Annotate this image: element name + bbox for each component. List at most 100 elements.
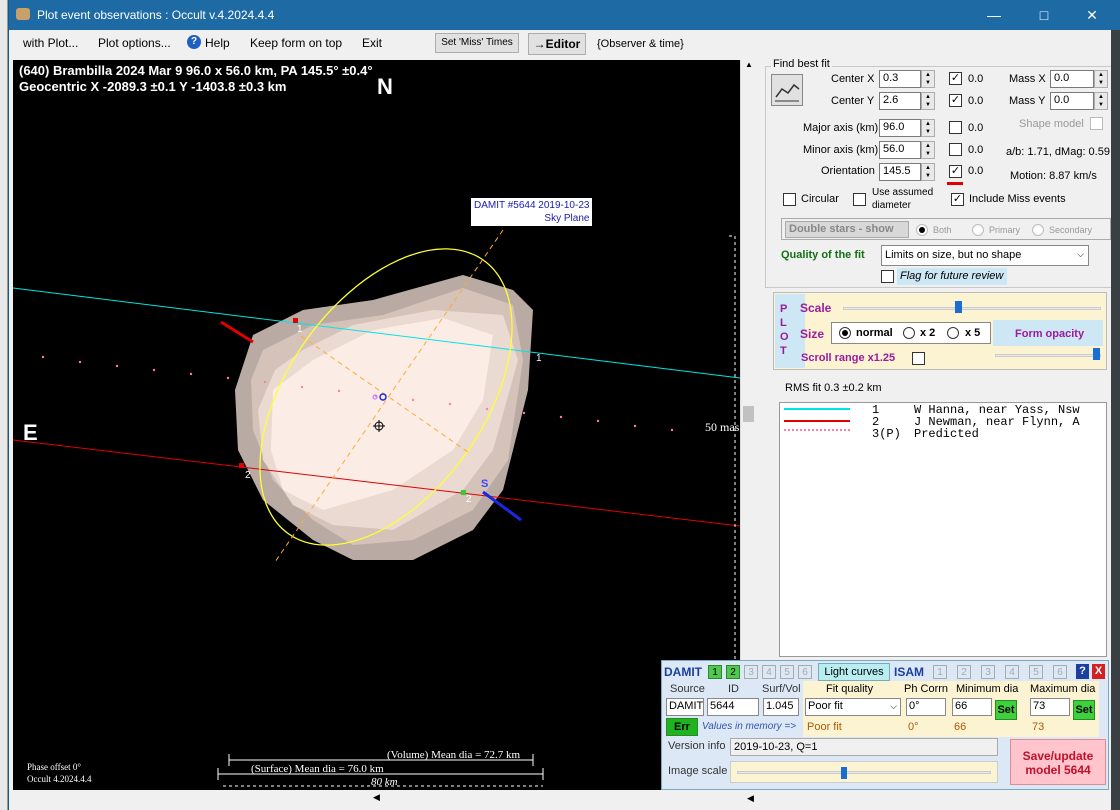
center-y-checkbox[interactable]: ✓ — [949, 94, 962, 107]
size-x2-radio[interactable] — [903, 327, 915, 339]
opacity-slider-thumb[interactable] — [1093, 348, 1100, 360]
center-y-input[interactable]: 2.6 — [879, 92, 921, 110]
isam-model-3[interactable]: 3 — [981, 665, 995, 679]
scroll-up-arrow[interactable]: ▲ — [742, 60, 756, 74]
scale-slider[interactable] — [843, 298, 1101, 318]
mass-x-input[interactable]: 0.0 — [1050, 70, 1094, 88]
scroll-range-checkbox[interactable] — [912, 352, 925, 365]
id-field[interactable]: 5644 — [707, 698, 759, 716]
ph-corr-field[interactable]: 0° — [906, 698, 946, 716]
damit-model-1[interactable]: 1 — [708, 665, 722, 679]
opacity-slider[interactable] — [995, 346, 1103, 366]
major-axis-checkbox[interactable] — [949, 121, 962, 134]
memory-ph-corr: 0° — [908, 721, 919, 733]
orientation-spinner[interactable]: ▲ ▼ — [921, 163, 935, 181]
help-icon[interactable]: ? — [187, 35, 201, 49]
menu-with-plot[interactable]: with Plot... — [23, 36, 78, 50]
damit-close-button[interactable]: X — [1092, 664, 1105, 679]
fit-graph-button[interactable] — [771, 74, 803, 106]
shape-model-checkbox[interactable] — [1090, 117, 1103, 130]
damit-model-4[interactable]: 4 — [762, 665, 776, 679]
center-x-spinner[interactable]: ▲ ▼ — [921, 70, 935, 88]
quality-dropdown[interactable]: Limits on size, but no shape ⌵ — [881, 245, 1089, 266]
major-axis-spinner[interactable]: ▲ ▼ — [921, 119, 935, 137]
include-miss-checkbox[interactable]: ✓ — [951, 193, 964, 206]
orientation-input[interactable]: 145.5 — [879, 163, 921, 181]
minor-axis-input[interactable]: 56.0 — [879, 141, 921, 159]
max-dia-field[interactable]: 73 — [1030, 698, 1070, 716]
center-x-input[interactable]: 0.3 — [879, 70, 921, 88]
damit-model-2[interactable]: 2 — [726, 665, 740, 679]
isam-model-6[interactable]: 6 — [1053, 665, 1067, 679]
double-secondary-radio[interactable] — [1032, 224, 1044, 236]
major-axis-input[interactable]: 96.0 — [879, 119, 921, 137]
hscroll-arrow-left[interactable]: ◀ — [373, 792, 380, 803]
minor-axis-checkbox[interactable] — [949, 143, 962, 156]
maximize-button[interactable]: □ — [1021, 0, 1067, 30]
min-dia-field[interactable]: 66 — [952, 698, 992, 716]
isam-model-2[interactable]: 2 — [957, 665, 971, 679]
legend-scroll-arrow[interactable]: ◀ — [747, 793, 754, 804]
plot-horizontal-scrollbar[interactable]: ◀ — [13, 790, 740, 807]
menu-keep-on-top[interactable]: Keep form on top — [250, 36, 342, 50]
circular-checkbox[interactable] — [783, 193, 796, 206]
damit-model-3[interactable]: 3 — [744, 665, 758, 679]
close-button[interactable]: ✕ — [1069, 0, 1115, 30]
desktop-background-right — [1111, 30, 1120, 810]
chord-label-1a: 1 — [297, 324, 303, 335]
scroll-range-label: Scroll range x1.25 — [801, 352, 896, 364]
isam-model-4[interactable]: 4 — [1005, 665, 1019, 679]
legend-swatch-3 — [784, 429, 850, 432]
isam-model-1[interactable]: 1 — [933, 665, 947, 679]
err-button[interactable]: Err — [666, 718, 698, 736]
damit-model-6[interactable]: 6 — [798, 665, 812, 679]
damit-help-button[interactable]: ? — [1076, 664, 1089, 679]
damit-model-5[interactable]: 5 — [780, 665, 794, 679]
menu-exit[interactable]: Exit — [362, 36, 382, 50]
circular-label: Circular — [801, 193, 839, 205]
orientation-label: Orientation — [821, 165, 875, 177]
double-stars-button[interactable]: Double stars - show — [785, 221, 909, 238]
major-axis-label: Major axis (km) — [803, 122, 879, 134]
orientation-checkbox[interactable]: ✓ — [949, 165, 962, 178]
plot-letter-l: L — [780, 317, 787, 329]
menu-help[interactable]: Help — [205, 36, 230, 50]
chord-label-2a: 2 — [245, 470, 251, 481]
double-both-radio[interactable] — [916, 224, 928, 236]
form-opacity-label: Form opacity — [1015, 328, 1085, 340]
size-x5-radio[interactable] — [947, 327, 959, 339]
image-scale-slider[interactable] — [730, 761, 998, 783]
fit-quality-select[interactable]: Poor fit ⌵ — [805, 698, 901, 716]
surf-vol-field[interactable]: 1.045 — [763, 698, 799, 716]
use-assumed-checkbox[interactable] — [853, 193, 866, 206]
menu-plot-options[interactable]: Plot options... — [98, 36, 171, 50]
size-normal-radio[interactable] — [839, 327, 851, 339]
set-miss-times-button[interactable]: Set 'Miss' Times — [435, 33, 519, 53]
center-y-spinner[interactable]: ▲ ▼ — [921, 92, 935, 110]
minimize-button[interactable]: — — [971, 0, 1017, 30]
mass-y-input[interactable]: 0.0 — [1050, 92, 1094, 110]
light-curves-button[interactable]: Light curves — [818, 663, 890, 681]
center-x-checkbox[interactable]: ✓ — [949, 72, 962, 85]
set-min-dia-button[interactable]: Set — [995, 700, 1017, 720]
scale-slider-thumb[interactable] — [955, 301, 962, 313]
mass-x-spinner[interactable]: ▲ ▼ — [1094, 70, 1108, 88]
vscroll-thumb[interactable] — [743, 406, 754, 422]
minor-axis-spinner[interactable]: ▲ ▼ — [921, 141, 935, 159]
flag-review-checkbox[interactable] — [881, 270, 894, 283]
observer-time-label[interactable]: {Observer & time} — [597, 38, 684, 50]
scale-label: Scale — [800, 301, 832, 315]
mass-y-spinner[interactable]: ▲ ▼ — [1094, 92, 1108, 110]
values-in-memory-label: Values in memory => — [702, 721, 797, 732]
image-scale-thumb[interactable] — [841, 767, 847, 779]
plot-canvas[interactable]: (640) Brambilla 2024 Mar 9 96.0 x 56.0 k… — [13, 60, 740, 790]
ab-dmag-label: a/b: 1.71, dMag: 0.59 — [1006, 146, 1110, 158]
set-max-dia-button[interactable]: Set — [1073, 700, 1095, 720]
source-field[interactable]: DAMIT — [666, 698, 704, 716]
editor-button[interactable]: →Editor — [528, 33, 586, 55]
isam-model-5[interactable]: 5 — [1029, 665, 1043, 679]
size-label: Size — [800, 327, 825, 341]
double-primary-radio[interactable] — [972, 224, 984, 236]
save-update-model-button[interactable]: Save/update model 5644 — [1010, 739, 1106, 785]
version-info-field[interactable]: 2019-10-23, Q=1 — [730, 738, 998, 756]
